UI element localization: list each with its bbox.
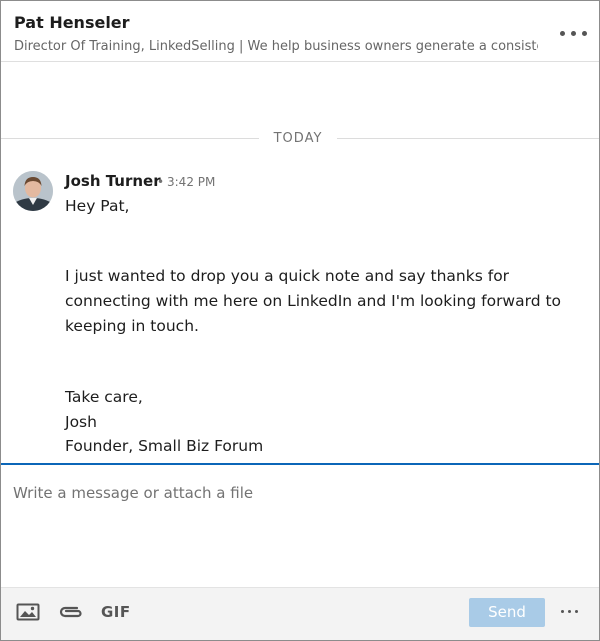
composer-placeholder: Write a message or attach a file — [13, 484, 254, 502]
conversation-header: Pat Henseler Director Of Training, Linke… — [1, 1, 599, 62]
message-composer[interactable]: Write a message or attach a file — [1, 463, 599, 589]
date-divider-label: TODAY — [273, 131, 323, 146]
more-options-icon[interactable] — [557, 21, 591, 45]
composer-toolbar: GIF Send — [1, 587, 599, 640]
message-line: connecting with me here on LinkedIn and … — [65, 292, 562, 310]
date-divider: TODAY — [1, 129, 599, 149]
message-line: Founder, Small Biz Forum — [65, 437, 264, 455]
message-sender[interactable]: Josh Turner — [65, 172, 161, 190]
message-line: I just wanted to drop you a quick note a… — [65, 267, 510, 285]
message-line: Josh — [65, 413, 97, 431]
message-line: Take care, — [65, 388, 143, 406]
message-window: Pat Henseler Director Of Training, Linke… — [0, 0, 600, 641]
more-options-icon[interactable] — [557, 602, 583, 622]
image-icon[interactable] — [15, 600, 41, 624]
message-line: Hey Pat, — [65, 197, 130, 215]
divider-line-right — [337, 138, 599, 139]
message-line: keeping in touch. — [65, 317, 199, 335]
send-button[interactable]: Send — [469, 598, 545, 627]
message-timestamp: 3:42 PM — [167, 175, 216, 189]
gif-button[interactable]: GIF — [101, 603, 131, 621]
contact-name[interactable]: Pat Henseler — [14, 13, 130, 32]
sender-time-separator: • — [157, 175, 165, 189]
avatar[interactable] — [13, 171, 53, 211]
contact-headline: Director Of Training, LinkedSelling | We… — [14, 39, 538, 54]
paperclip-icon[interactable] — [56, 600, 88, 624]
divider-line-left — [1, 138, 259, 139]
avatar-photo — [13, 171, 53, 211]
